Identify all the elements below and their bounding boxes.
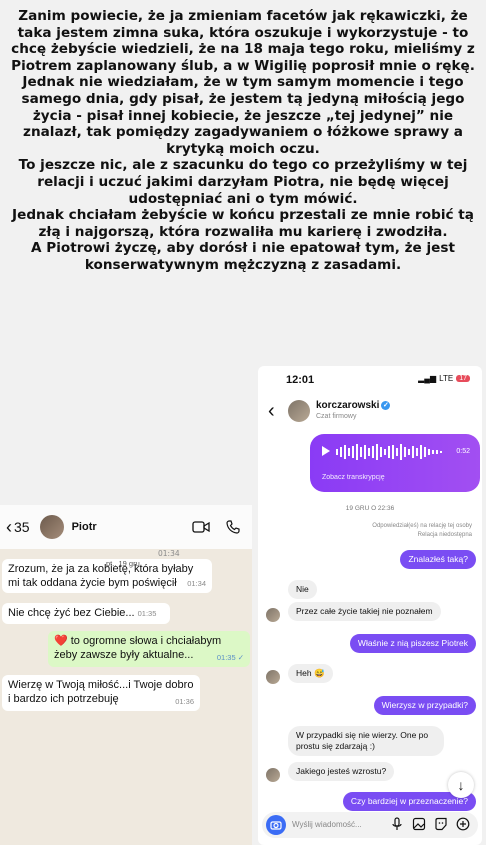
plus-icon[interactable] — [456, 817, 470, 831]
message-bubble-outgoing: Wierzysz w przypadki? — [373, 696, 476, 715]
chat-date: 19 GRU O 22:36 — [345, 505, 395, 512]
network-label: LTE — [439, 374, 454, 383]
back-arrow-icon[interactable]: ‹ — [268, 400, 275, 423]
contact-name[interactable]: Piotr — [72, 521, 97, 533]
battery-icon: 17 — [456, 375, 470, 382]
avatar[interactable] — [39, 515, 64, 539]
message-time: 01:35 — [137, 609, 157, 618]
unread-count: 35 — [14, 519, 30, 535]
play-icon[interactable] — [322, 446, 330, 456]
status-time: 12:01 — [286, 374, 315, 386]
scroll-down-button[interactable]: ↓ — [448, 772, 474, 798]
story-paragraph: A Piotrowi życzę, aby dorósł i nie epato… — [31, 240, 455, 273]
story-reply-note: Odpowiedział(eś) na relację tej osoby Re… — [372, 522, 472, 540]
message-bubble: Nie chcę żyć bez Ciebie... 01:35 — [2, 603, 170, 624]
story-paragraph: Jednak chciałam żebyście w końcu przesta… — [12, 207, 474, 240]
message-text: Zrozum, że ja za kobietę, która byłaby m… — [8, 563, 194, 589]
sticker-icon[interactable] — [434, 817, 448, 831]
avatar — [266, 768, 280, 782]
avatar — [266, 608, 280, 622]
phone-icon[interactable] — [226, 520, 240, 534]
voice-duration: 0:52 — [456, 448, 470, 455]
story-paragraph: Jednak nie wiedziałam, że w tym samym mo… — [21, 74, 465, 157]
message-text: Wierzę w Twoją miłość...i Twoje dobro i … — [8, 679, 194, 705]
message-time: 01:35 ✓ — [216, 653, 244, 662]
verified-badge-icon: ✓ — [381, 400, 391, 410]
transcript-link[interactable]: Zobacz transkrypcję — [322, 474, 385, 481]
whatsapp-header: ‹ 35 Piotr — [0, 505, 252, 549]
message-bubble-outgoing: Znalazłeś taką? — [400, 550, 476, 569]
avatar[interactable] — [288, 400, 310, 422]
signal-indicator: ▂▄▆ LTE 17 — [418, 374, 470, 383]
message-composer[interactable]: Wyślij wiadomość... — [262, 812, 478, 838]
microphone-icon[interactable] — [390, 817, 404, 831]
message-bubble-outgoing: ❤️ to ogromne słowa i chciałabym żeby za… — [48, 631, 250, 667]
date-label: pt., 19 gru — [106, 559, 140, 568]
back-button[interactable]: ‹ 35 — [6, 517, 30, 538]
contact-name[interactable]: korczarowski ✓ — [316, 400, 391, 411]
reply-status: Relacja niedostępna — [417, 532, 472, 538]
avatar — [266, 670, 280, 684]
message-bubble: W przypadki się nie wierzy. One po prost… — [288, 726, 444, 756]
camera-icon — [270, 821, 282, 830]
camera-button[interactable] — [266, 815, 286, 835]
message-time: 01:36 — [175, 697, 194, 706]
video-icon[interactable] — [192, 520, 210, 534]
message-text: Nie chcę żyć bez Ciebie... — [8, 607, 135, 619]
gallery-icon[interactable] — [412, 817, 426, 831]
chat-header: ‹ korczarowski ✓ Czat firmowy — [258, 396, 482, 428]
message-bubble-outgoing: Właśnie z nią piszesz Piotrek — [349, 634, 476, 653]
waveform-icon — [336, 444, 442, 460]
message-time: 01:34 — [158, 549, 180, 558]
instagram-dm-screenshot: 12:01 ▂▄▆ LTE 17 ‹ korczarowski ✓ Czat fi… — [258, 366, 482, 845]
chevron-left-icon: ‹ — [6, 516, 12, 537]
contact-name-text: korczarowski — [316, 400, 380, 411]
status-bar: 12:01 ▂▄▆ LTE 17 — [258, 366, 482, 394]
story-caption: Zanim powiecie, że ja zmieniam facetów j… — [8, 8, 478, 274]
arrow-down-icon: ↓ — [457, 777, 465, 793]
message-bubble: Jakiego jesteś wzrostu? — [288, 762, 395, 781]
message-bubble: Nie — [288, 580, 317, 599]
story-paragraph: Zanim powiecie, że ja zmieniam facetów j… — [11, 8, 475, 74]
message-input[interactable]: Wyślij wiadomość... — [292, 820, 362, 829]
message-bubble: Heh 😅 — [288, 664, 333, 683]
signal-icon: ▂▄▆ — [418, 374, 437, 383]
contact-subtitle: Czat firmowy — [316, 413, 357, 420]
story-paragraph: To jeszcze nic, ale z szacunku do tego c… — [18, 157, 468, 207]
reply-note: Odpowiedział(eś) na relację tej osoby — [372, 523, 472, 529]
message-bubble: Przez całe życie takiej nie poznałem — [288, 602, 441, 621]
message-bubble: pt., 19 gru Zrozum, że ja za kobietę, kt… — [2, 559, 212, 593]
message-text: ❤️ to ogromne słowa i chciałabym żeby za… — [54, 635, 222, 661]
whatsapp-screenshot: ‹ 35 Piotr 01:34 pt., 19 gru Zrozum, że … — [0, 505, 252, 845]
message-bubble: Wierzę w Twoją miłość...i Twoje dobro i … — [2, 675, 200, 711]
voice-message[interactable]: 0:52 Zobacz transkrypcję — [310, 434, 480, 492]
message-time: 01:34 — [187, 579, 206, 588]
